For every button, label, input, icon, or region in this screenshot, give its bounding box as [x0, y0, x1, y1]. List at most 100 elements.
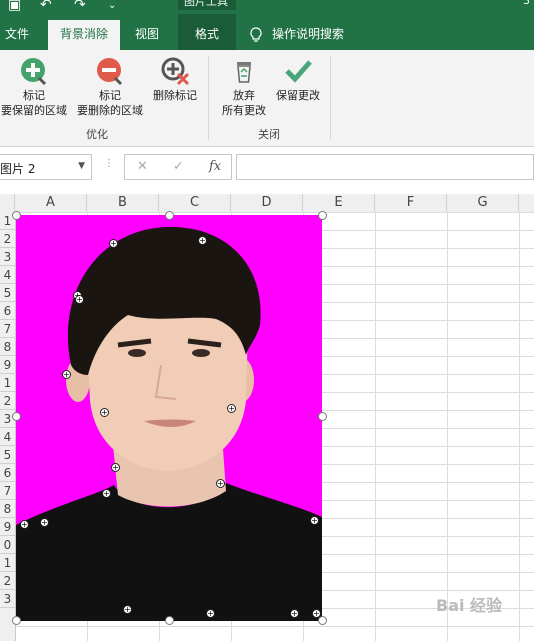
mark-keep-icon	[19, 56, 49, 86]
keep-marker-icon[interactable]: +	[216, 479, 225, 488]
ribbon-tab-bar: ▣ ↶ ↷ ⌄ 图片工具 3 文件 背景消除 视图 格式 操作说明搜索	[0, 0, 534, 50]
row-header[interactable]: 4	[0, 266, 15, 284]
tab-format[interactable]: 格式	[178, 20, 236, 50]
title-text: 3	[523, 0, 530, 7]
resize-handle[interactable]	[318, 211, 327, 220]
column-header[interactable]: B	[87, 194, 159, 212]
picture-tools-context-label: 图片工具	[178, 0, 236, 10]
checkmark-icon	[283, 56, 313, 86]
mark-remove-label-1: 标记	[99, 89, 121, 102]
keep-marker-icon[interactable]: +	[62, 370, 71, 379]
keep-marker-icon[interactable]: +	[20, 520, 29, 529]
keep-marker-icon[interactable]: +	[40, 518, 49, 527]
column-header[interactable]: A	[15, 194, 87, 212]
row-header[interactable]: 8	[0, 500, 15, 518]
group-separator	[208, 56, 209, 140]
mark-remove-icon	[95, 56, 125, 86]
row-header[interactable]: 6	[0, 464, 15, 482]
column-headers: A B C D E F G	[0, 194, 534, 213]
row-header[interactable]: 4	[0, 428, 15, 446]
row-header[interactable]: 2	[0, 572, 15, 590]
mark-areas-to-keep-button[interactable]: 标记 要保留的区域	[0, 56, 70, 118]
keep-marker-icon[interactable]: +	[109, 239, 118, 248]
tab-background-removal[interactable]: 背景消除	[48, 20, 120, 50]
keep-marker-icon[interactable]: +	[206, 609, 215, 618]
row-header[interactable]: 9	[0, 356, 15, 374]
row-header[interactable]: 6	[0, 302, 15, 320]
row-header[interactable]: 5	[0, 284, 15, 302]
portrait-picture[interactable]: + + + + + + + + + + + + + + + + +	[16, 215, 322, 621]
mark-keep-label-2: 要保留的区域	[1, 104, 67, 117]
chevron-down-icon[interactable]: ▼	[78, 161, 85, 171]
keep-marker-icon[interactable]: +	[102, 489, 111, 498]
row-header[interactable]: 3	[0, 590, 15, 608]
formula-input[interactable]	[236, 154, 534, 180]
recycle-bin-icon	[229, 56, 259, 86]
column-header[interactable]: D	[231, 194, 303, 212]
column-header[interactable]: E	[303, 194, 375, 212]
ribbon: 标记 要保留的区域 标记 要删除的区域 删除标记 优化 放弃 所有更改 保留更改…	[0, 50, 534, 147]
resize-handle[interactable]	[165, 211, 174, 220]
tab-view[interactable]: 视图	[126, 20, 168, 50]
keep-changes-label: 保留更改	[276, 89, 320, 102]
mark-areas-to-remove-button[interactable]: 标记 要删除的区域	[74, 56, 146, 118]
resize-handle[interactable]	[12, 616, 21, 625]
mark-keep-label-1: 标记	[23, 89, 45, 102]
row-header[interactable]: 2	[0, 392, 15, 410]
keep-marker-icon[interactable]: +	[75, 295, 84, 304]
portrait-image	[16, 226, 322, 621]
delete-mark-label: 删除标记	[153, 89, 197, 102]
resize-handle[interactable]	[318, 616, 327, 625]
cancel-icon[interactable]: ✕	[137, 159, 148, 174]
insert-function-icon[interactable]: fx	[209, 159, 221, 174]
resize-handle[interactable]	[12, 211, 21, 220]
tab-file[interactable]: 文件	[0, 20, 34, 50]
discard-label-1: 放弃	[233, 89, 255, 102]
keep-marker-icon[interactable]: +	[100, 408, 109, 417]
group-separator	[330, 56, 331, 140]
delete-mark-button[interactable]: 删除标记	[148, 56, 202, 103]
resize-handle[interactable]	[165, 616, 174, 625]
mark-remove-label-2: 要删除的区域	[77, 104, 143, 117]
enter-icon[interactable]: ✓	[173, 159, 184, 174]
tell-me-search[interactable]: 操作说明搜索	[272, 20, 362, 50]
row-header[interactable]: 5	[0, 446, 15, 464]
row-header[interactable]: 1	[0, 554, 15, 572]
formula-bar: 图片 2 ▼ ⋮ ✕ ✓ fx	[0, 152, 534, 182]
row-header[interactable]: 7	[0, 320, 15, 338]
keep-marker-icon[interactable]: +	[111, 463, 120, 472]
redo-icon[interactable]: ↷	[74, 0, 86, 13]
row-header[interactable]: 9	[0, 518, 15, 536]
row-header[interactable]: 1	[0, 374, 15, 392]
save-icon[interactable]: ▣	[8, 0, 21, 13]
discard-all-changes-button[interactable]: 放弃 所有更改	[216, 56, 272, 118]
watermark-logo: Bai 经验	[436, 596, 503, 615]
discard-label-2: 所有更改	[222, 104, 266, 117]
column-header[interactable]: F	[375, 194, 447, 212]
row-header[interactable]: 8	[0, 338, 15, 356]
quick-access-dropdown-icon[interactable]: ⌄	[108, 0, 116, 11]
row-header[interactable]: 3	[0, 248, 15, 266]
keep-marker-icon[interactable]: +	[290, 609, 299, 618]
row-header[interactable]: 2	[0, 230, 15, 248]
formula-buttons: ✕ ✓ fx	[124, 154, 232, 180]
undo-icon[interactable]: ↶	[40, 0, 52, 13]
keep-changes-button[interactable]: 保留更改	[270, 56, 326, 103]
keep-marker-icon[interactable]: +	[198, 236, 207, 245]
keep-marker-icon[interactable]: +	[310, 516, 319, 525]
name-box-value: 图片 2	[0, 162, 36, 176]
keep-marker-icon[interactable]: +	[227, 404, 236, 413]
resize-handle[interactable]	[12, 412, 21, 421]
delete-mark-icon	[160, 56, 190, 86]
select-all-corner[interactable]	[0, 194, 15, 212]
column-header[interactable]: C	[159, 194, 231, 212]
row-header[interactable]: 7	[0, 482, 15, 500]
keep-marker-icon[interactable]: +	[123, 605, 132, 614]
name-box[interactable]: 图片 2 ▼	[0, 154, 92, 180]
row-headers: 1 2 3 4 5 6 7 8 9 1 2 3 4 5 6 7 8 9 0 1 …	[0, 212, 16, 641]
column-header[interactable]: G	[447, 194, 519, 212]
group-label-refine: 优化	[86, 128, 108, 141]
resize-handle[interactable]	[318, 412, 327, 421]
resize-handle-icon[interactable]: ⋮	[104, 158, 114, 169]
row-header[interactable]: 0	[0, 536, 15, 554]
